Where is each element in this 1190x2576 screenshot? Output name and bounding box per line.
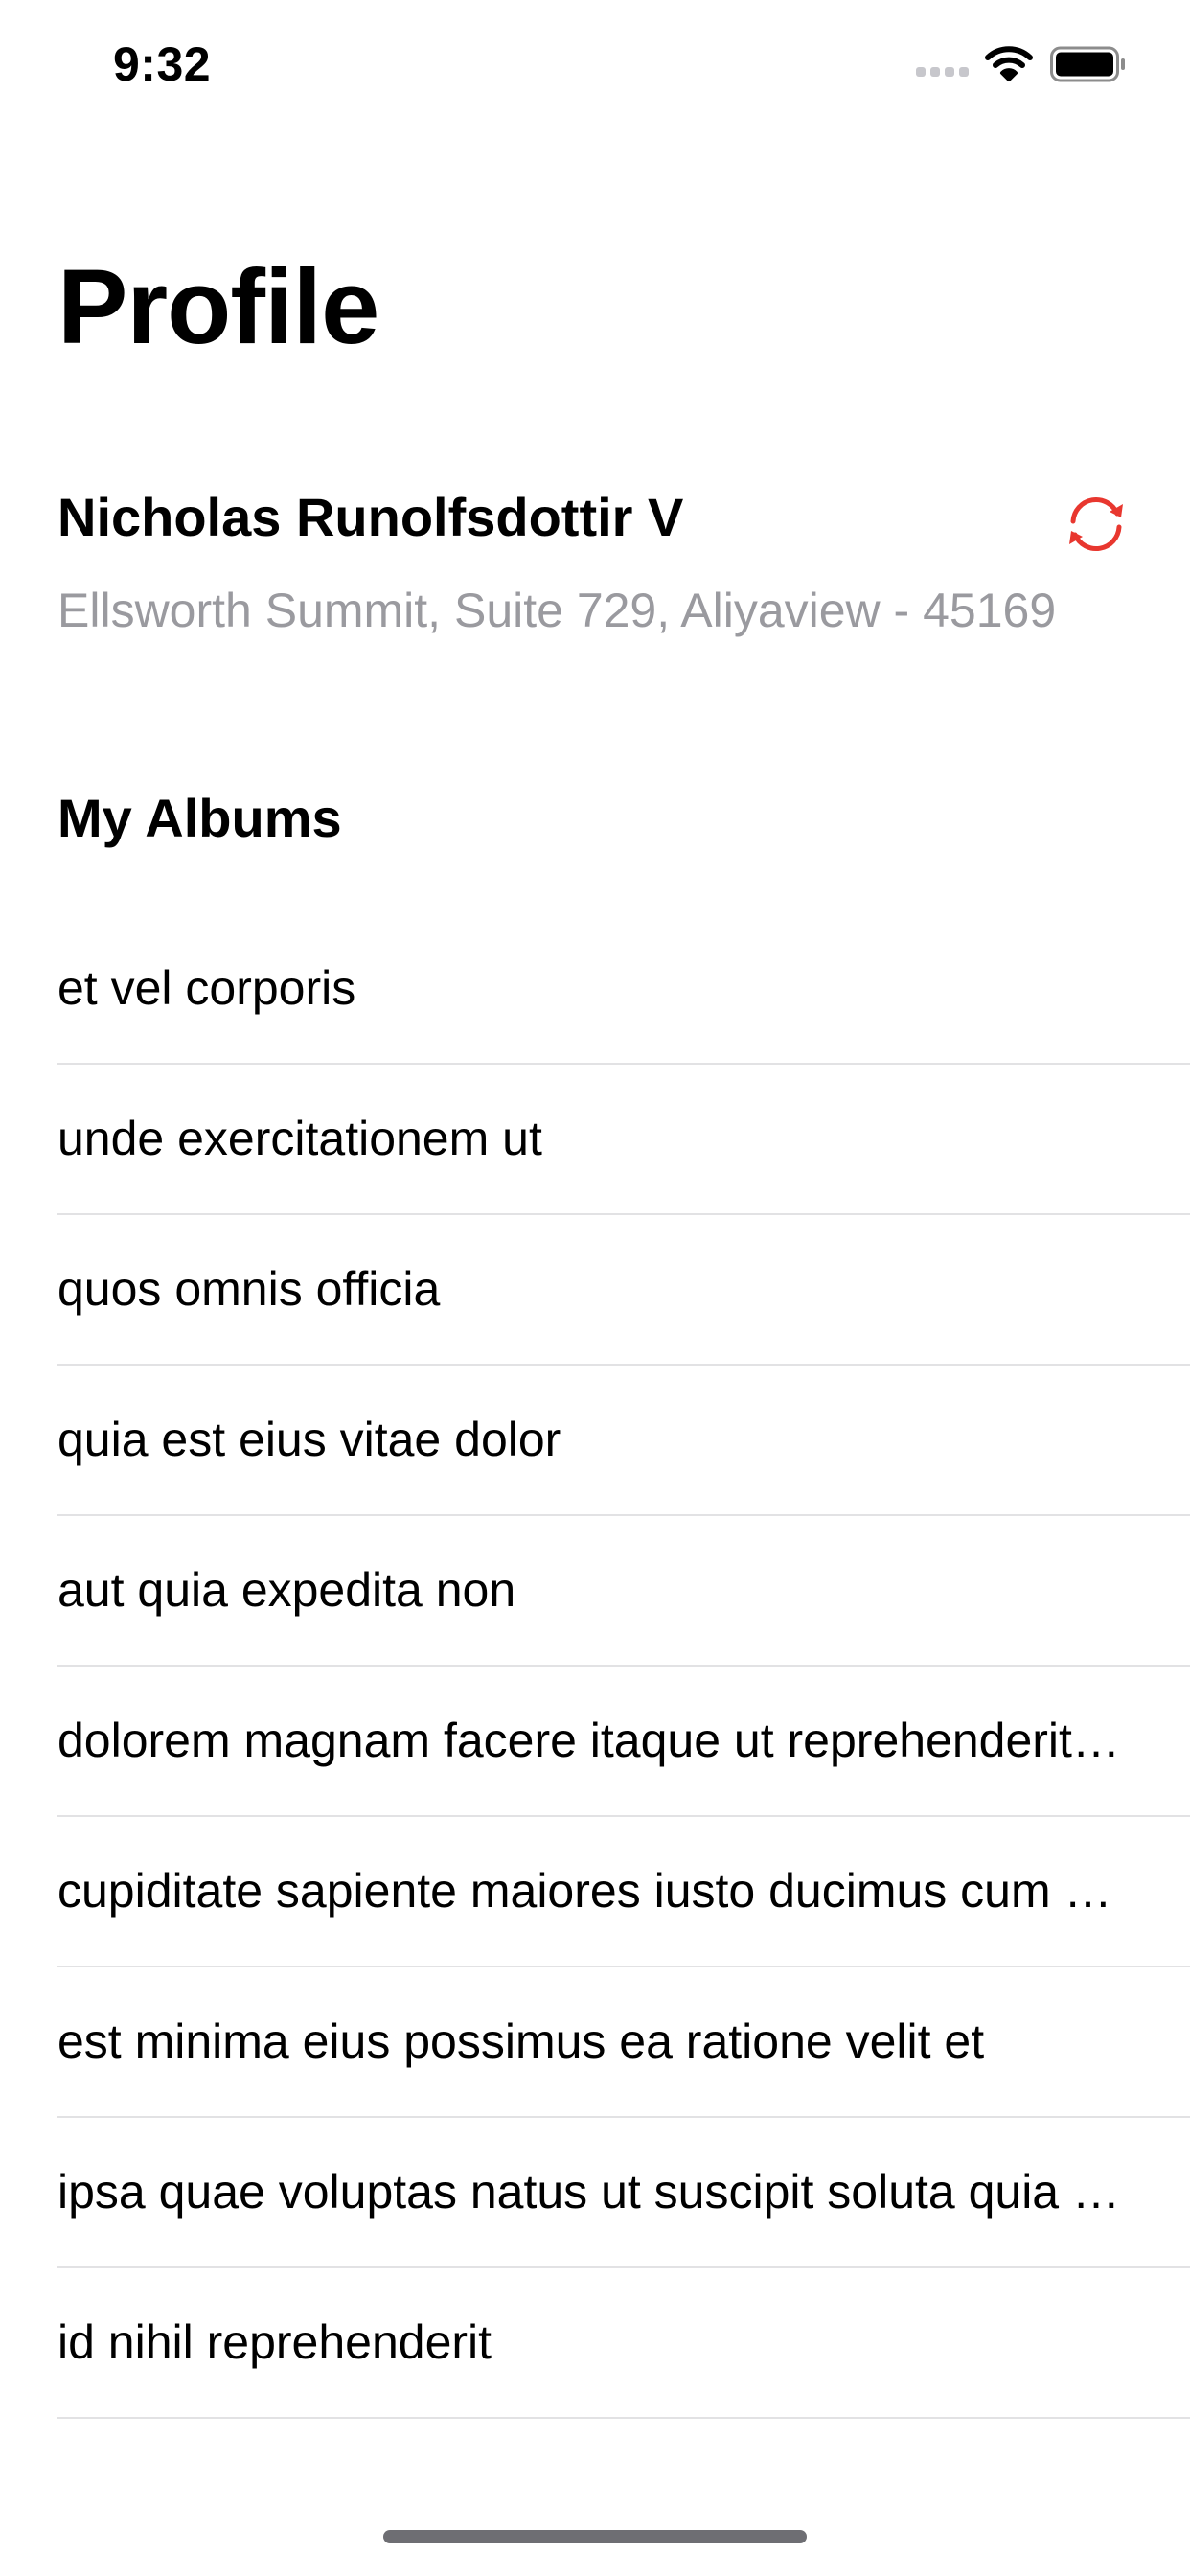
album-title: dolorem magnam facere itaque ut reprehen… [57,1714,1131,1767]
battery-icon [1050,46,1127,82]
album-list-item[interactable]: aut quia expedita non [57,1516,1190,1667]
page-title: Profile [57,248,379,366]
refresh-button[interactable] [1062,493,1131,556]
album-title: quia est eius vitae dolor [57,1413,561,1466]
album-title: est minima eius possimus ea ratione veli… [57,2014,985,2068]
profile-address: Ellsworth Summit, Suite 729, Aliyaview -… [57,584,1057,637]
home-indicator[interactable] [383,2530,807,2543]
status-time: 9:32 [113,37,212,91]
album-list-item[interactable]: unde exercitationem ut [57,1065,1190,1215]
album-list-item[interactable]: dolorem magnam facere itaque ut reprehen… [57,1667,1190,1817]
album-list-item[interactable]: quia est eius vitae dolor [57,1366,1190,1516]
album-title: et vel corporis [57,961,356,1015]
albums-list: et vel corporis unde exercitationem ut q… [57,914,1190,2419]
status-bar: 9:32 [0,0,1190,126]
album-title: aut quia expedita non [57,1563,516,1617]
album-title: unde exercitationem ut [57,1112,542,1165]
album-list-item[interactable]: ipsa quae voluptas natus ut suscipit sol… [57,2118,1190,2268]
wifi-icon [985,44,1033,82]
album-title: quos omnis officia [57,1262,441,1316]
cellular-signal-icon [916,67,970,80]
album-list-item[interactable]: id nihil reprehenderit [57,2268,1190,2419]
album-title: ipsa quae voluptas natus ut suscipit sol… [57,2165,1131,2219]
album-list-item[interactable]: est minima eius possimus ea ratione veli… [57,1967,1190,2118]
album-title: cupiditate sapiente maiores iusto ducimu… [57,1864,1131,1918]
albums-section-header: My Albums [57,788,342,848]
refresh-icon [1069,496,1123,552]
album-list-item[interactable]: et vel corporis [57,914,1190,1065]
album-list-item[interactable]: quos omnis officia [57,1215,1190,1366]
album-title: id nihil reprehenderit [57,2315,492,2369]
album-list-item[interactable]: cupiditate sapiente maiores iusto ducimu… [57,1817,1190,1967]
profile-name: Nicholas Runolfsdottir V [57,487,684,547]
